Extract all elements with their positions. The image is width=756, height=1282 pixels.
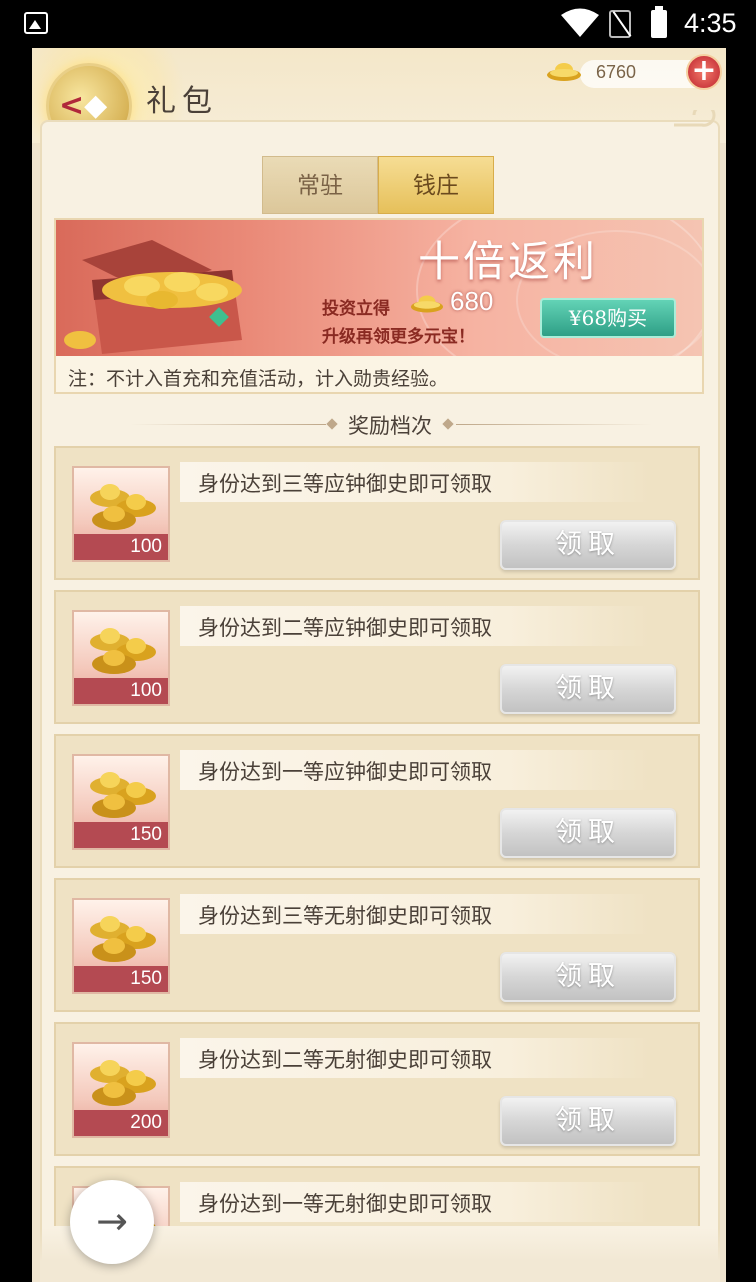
banner-note: 注：不计入首充和充值活动，计入勋贵经验。 [68,368,449,390]
reward-card: 100 身份达到二等应钟御史即可领取 领取 [54,590,700,724]
no-sim-icon [609,10,631,38]
reward-quantity: 100 [74,678,168,704]
claim-button[interactable]: 领取 [500,952,676,1002]
add-currency-button[interactable]: + [686,54,722,90]
reward-icon: 200 [72,1042,170,1138]
app-window: ◆ 礼包 6760 + 常驻 钱庄 [32,48,726,1282]
claim-button[interactable]: 领取 [500,520,676,570]
buy-button[interactable]: ¥68购买 [540,298,676,338]
arrow-right-icon[interactable] [70,1180,154,1264]
gold-ingot-icon [90,484,156,530]
reward-quantity: 200 [74,1110,168,1136]
reward-condition: 身份达到三等应钟御史即可领取 [198,472,492,496]
divider-right [456,424,652,425]
reward-list: 100 身份达到三等应钟御史即可领取 领取 100 身份达到二等应钟御史即可领取… [54,446,700,1226]
cloud-ornament-icon [674,110,716,127]
plus-icon: + [691,53,717,88]
reward-card: 100 身份达到三等应钟御史即可领取 领取 [54,446,700,580]
banner-title: 十倍返利 [418,237,599,286]
invest-label: 投资立得 [322,299,390,319]
gold-ingot-icon [410,295,444,313]
claim-button[interactable]: 领取 [500,1096,676,1146]
reward-quantity: 150 [74,822,168,848]
reward-condition: 身份达到一等无射御史即可领取 [198,1192,492,1216]
gold-ingot-icon [90,916,156,962]
reward-card: 150 身份达到三等无射御史即可领取 领取 [54,878,700,1012]
status-bar: 4:35 [0,0,756,48]
page-title: 礼包 [146,84,218,119]
tab-regular[interactable]: 常驻 [262,156,378,214]
gold-ingot-icon [547,63,581,81]
currency-display: 6760 + [547,54,722,90]
gold-ingot-icon [90,772,156,818]
reward-icon: 150 [72,754,170,850]
wifi-icon [561,8,599,37]
claim-button[interactable]: 领取 [500,664,676,714]
reward-card: 150 身份达到一等应钟御史即可领取 领取 [54,734,700,868]
battery-icon [651,6,667,38]
divider-left [130,424,326,425]
treasure-chest-icon [64,240,242,354]
clock: 4:35 [684,8,737,38]
reward-icon: 100 [72,610,170,706]
gold-ingot-icon [90,1060,156,1106]
reward-icon: 100 [72,466,170,562]
reward-condition: 身份达到三等无射御史即可领取 [198,904,492,928]
reward-condition: 身份达到二等无射御史即可领取 [198,1048,492,1072]
reward-quantity: 100 [74,534,168,560]
invest-amount: 680 [450,286,494,316]
section-header: 奖励档次 [90,404,690,444]
image-icon [24,12,48,34]
banner-art: 十倍返利 投资立得 680 升级再领更多元宝！ ¥68购买 [56,220,702,356]
reward-condition: 身份达到二等应钟御史即可领取 [198,616,492,640]
gold-ingot-icon [90,628,156,674]
section-title: 奖励档次 [348,414,432,438]
reward-card: 200 身份达到二等无射御史即可领取 领取 [54,1022,700,1156]
currency-amount: 6760 [596,62,637,82]
reward-quantity: 150 [74,966,168,992]
tab-bank[interactable]: 钱庄 [378,156,494,214]
claim-button[interactable]: 领取 [500,808,676,858]
reward-condition: 身份达到一等应钟御史即可领取 [198,760,492,784]
reward-icon: 150 [72,898,170,994]
invest-subtitle: 升级再领更多元宝！ [322,327,475,347]
back-arrow-icon: ◆ [59,88,107,124]
promo-banner: 十倍返利 投资立得 680 升级再领更多元宝！ ¥68购买 注：不计入首充和充值… [54,218,704,394]
